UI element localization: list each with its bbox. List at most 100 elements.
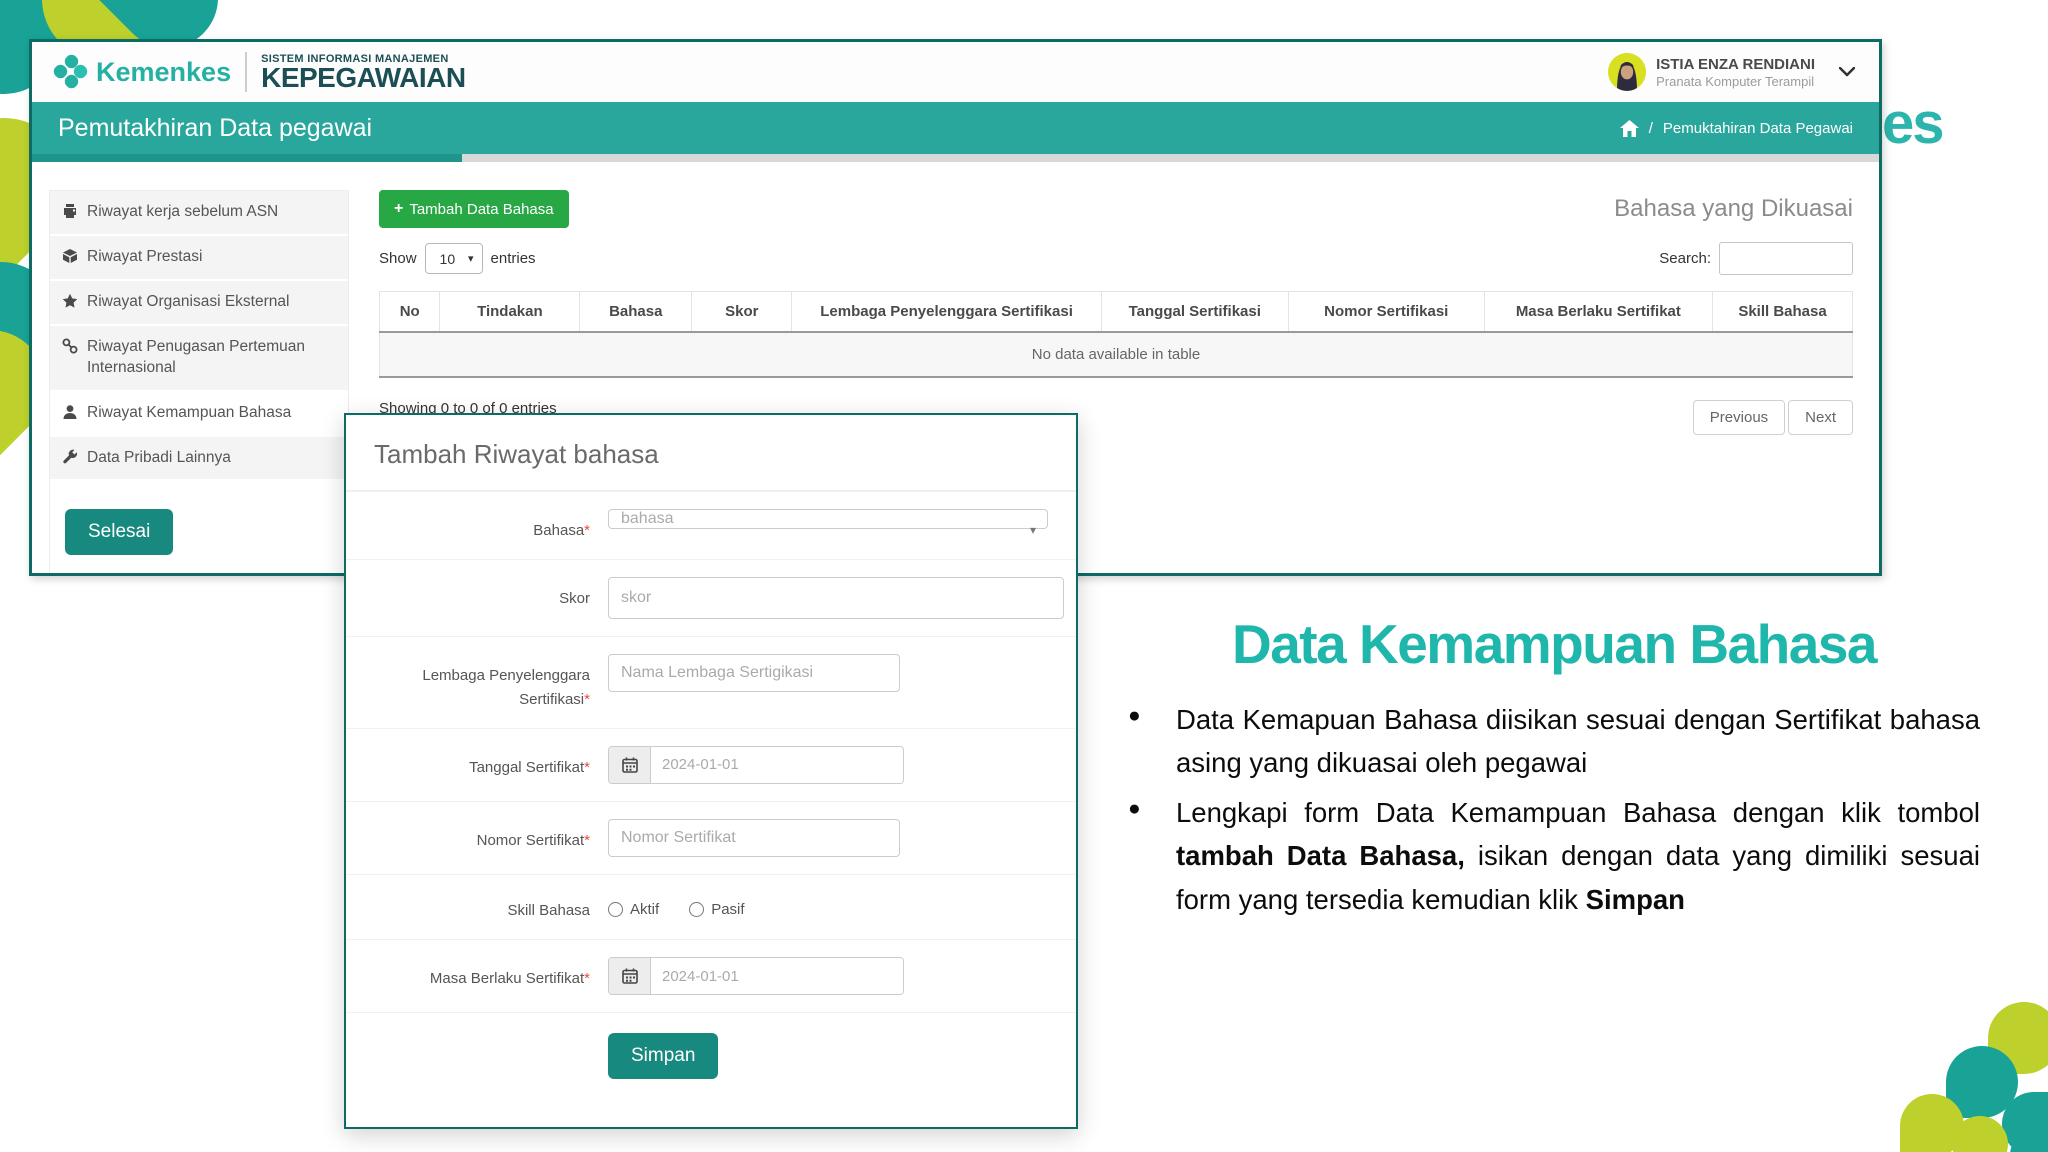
column-header-tanggal[interactable]: Tanggal Sertifikasi (1100, 291, 1289, 333)
selesai-button[interactable]: Selesai (65, 509, 174, 556)
sidebar-item-label: Riwayat Penugasan Pertemuan Internasiona… (87, 337, 305, 376)
brand-divider (245, 52, 248, 92)
bullet-2-bold: tambah Data Bahasa, (1176, 840, 1465, 872)
sidebar-item-riwayat-penugasan[interactable]: Riwayat Penugasan Pertemuan Internasiona… (50, 325, 348, 392)
sidebar-item-riwayat-organisasi[interactable]: Riwayat Organisasi Eksternal (50, 280, 348, 326)
search-input[interactable] (1719, 242, 1853, 275)
tambah-data-bahasa-button[interactable]: + Tambah Data Bahasa (379, 190, 569, 228)
skor-input[interactable] (608, 577, 1064, 620)
bahasa-table: No Tindakan Bahasa Skor Lembaga Penyelen… (378, 291, 1853, 378)
required-marker: * (584, 690, 590, 708)
link-icon (62, 338, 78, 354)
sidebar-item-label: Riwayat Prestasi (87, 247, 203, 265)
column-header-skill[interactable]: Skill Bahasa (1712, 291, 1853, 333)
radio-icon (689, 901, 705, 917)
sidebar-item-data-pribadi[interactable]: Data Pribadi Lainnya (50, 436, 348, 482)
annotation-heading: Data Kemampuan Bahasa (1231, 613, 1878, 675)
app-header: Kemenkes SISTEM INFORMASI MANAJEMEN KEPE… (32, 42, 1879, 102)
required-marker: * (584, 831, 590, 849)
simpan-button[interactable]: Simpan (608, 1033, 719, 1079)
sidebar-item-riwayat-prestasi[interactable]: Riwayat Prestasi (50, 235, 348, 281)
field-nomor-sertifikat: Nomor Sertifikat* (346, 800, 1076, 874)
section-title: Bahasa yang Dikuasai (1614, 195, 1853, 222)
breadcrumb: / Pemuktahiran Data Pegawai (1619, 119, 1853, 137)
bahasa-select-value[interactable] (608, 509, 1048, 529)
caret-down-icon: ▾ (468, 253, 474, 265)
wrench-icon (63, 449, 78, 463)
breadcrumb-current[interactable]: Pemuktahiran Data Pegawai (1663, 120, 1853, 137)
next-button[interactable]: Next (1788, 400, 1853, 435)
field-tanggal-sertifikat: Tanggal Sertifikat* (346, 727, 1076, 801)
field-masa-berlaku: Masa Berlaku Sertifikat* (346, 939, 1076, 1012)
annotation-bullet-2-text: Lengkapi form Data Kemampuan Bahasa deng… (1176, 791, 1980, 921)
masa-berlaku-input[interactable] (651, 958, 903, 994)
column-header-lembaga[interactable]: Lembaga Penyelenggara Sertifikasi (791, 291, 1102, 333)
user-menu[interactable]: ISTIA ENZA RENDIANI Pranata Komputer Ter… (1608, 53, 1855, 91)
radio-icon (608, 901, 623, 917)
sidebar: Riwayat kerja sebelum ASN Riwayat Presta… (49, 190, 349, 573)
tanggal-label: Tanggal Sertifikat (469, 758, 585, 776)
scrollbar-thumb[interactable] (32, 154, 462, 162)
column-header-bahasa[interactable]: Bahasa (579, 291, 693, 333)
annotation-bullet-1: ● Data Kemapuan Bahasa diisikan sesuai d… (1128, 698, 1980, 785)
page-titlebar: Pemutakhiran Data pegawai / Pemuktahiran… (32, 102, 1879, 154)
masa-berlaku-label: Masa Berlaku Sertifikat (429, 970, 585, 987)
bullet-icon: ● (1128, 796, 1141, 820)
field-skor: Skor (346, 559, 1076, 636)
nomor-sertifikat-input[interactable] (608, 818, 900, 857)
lembaga-input[interactable] (608, 654, 900, 693)
required-marker: * (584, 970, 590, 987)
sidebar-item-riwayat-kerja[interactable]: Riwayat kerja sebelum ASN (50, 191, 348, 236)
column-header-skor[interactable]: Skor (691, 291, 793, 333)
calendar-icon[interactable] (609, 746, 651, 783)
home-icon[interactable] (1619, 119, 1639, 137)
previous-button[interactable]: Previous (1692, 400, 1786, 435)
pagination: Previous Next (1692, 400, 1853, 435)
calendar-icon[interactable] (609, 958, 651, 994)
user-role: Pranata Komputer Terampil (1656, 73, 1815, 89)
modal-title: Tambah Riwayat bahasa (346, 415, 1076, 491)
radio-aktif-label: Aktif (630, 900, 660, 918)
user-name: ISTIA ENZA RENDIANI (1656, 55, 1815, 73)
column-header-nomor[interactable]: Nomor Sertifikasi (1287, 291, 1485, 333)
annotation-block: Data Kemampuan Bahasa ● Data Kemapuan Ba… (1128, 612, 1980, 921)
skill-label: Skill Bahasa (507, 901, 590, 919)
radio-pasif[interactable]: Pasif (689, 900, 745, 918)
tanggal-sertifikat-input[interactable] (651, 746, 903, 783)
bahasa-label: Bahasa (533, 522, 585, 539)
brand-name: Kemenkes (96, 56, 232, 87)
nomor-label: Nomor Sertifikat (476, 831, 585, 849)
bahasa-select[interactable]: ▾ (608, 509, 1048, 537)
empty-message: No data available in table (379, 332, 1853, 378)
radio-aktif[interactable]: Aktif (608, 901, 659, 918)
cube-icon (63, 248, 77, 263)
column-header-no[interactable]: No (378, 291, 441, 333)
show-label: Show (379, 250, 417, 267)
annotation-bullet-1-text: Data Kemapuan Bahasa diisikan sesuai den… (1176, 704, 1980, 779)
empty-row: No data available in table (379, 332, 1853, 378)
fax-icon (64, 204, 76, 218)
user-icon (63, 404, 77, 419)
clipped-brand-text: es (1882, 91, 1944, 156)
avatar (1608, 53, 1647, 91)
radio-pasif-label: Pasif (711, 900, 745, 918)
column-header-tindakan[interactable]: Tindakan (439, 291, 581, 333)
sidebar-item-riwayat-kemampuan-bahasa[interactable]: Riwayat Kemampuan Bahasa (50, 391, 348, 437)
page-title: Pemutakhiran Data pegawai (58, 113, 373, 142)
chevron-down-icon[interactable] (1839, 67, 1855, 77)
field-skill-bahasa: Skill Bahasa Aktif Pasif (346, 873, 1076, 939)
bullet-2-bold: Simpan (1585, 883, 1685, 915)
entries-label: entries (490, 250, 536, 267)
column-header-masa-berlaku[interactable]: Masa Berlaku Sertifikat (1483, 291, 1714, 333)
kemenkes-logo-icon (53, 54, 88, 89)
lembaga-label: Lembaga Penyelenggara Sertifikasi (422, 667, 590, 708)
sidebar-item-label: Riwayat Organisasi Eksternal (87, 292, 290, 310)
page-size-value: 10 (439, 250, 456, 267)
page-size-select[interactable]: 10 ▾ (424, 243, 483, 274)
skor-label: Skor (559, 590, 590, 608)
sidebar-item-label: Data Pribadi Lainnya (87, 448, 231, 466)
sidebar-item-label: Riwayat kerja sebelum ASN (87, 203, 279, 220)
bullet-2-segment: Lengkapi form Data Kemampuan Bahasa deng… (1176, 796, 1980, 828)
sidebar-item-label: Riwayat Kemampuan Bahasa (87, 403, 292, 421)
star-icon (62, 293, 78, 308)
